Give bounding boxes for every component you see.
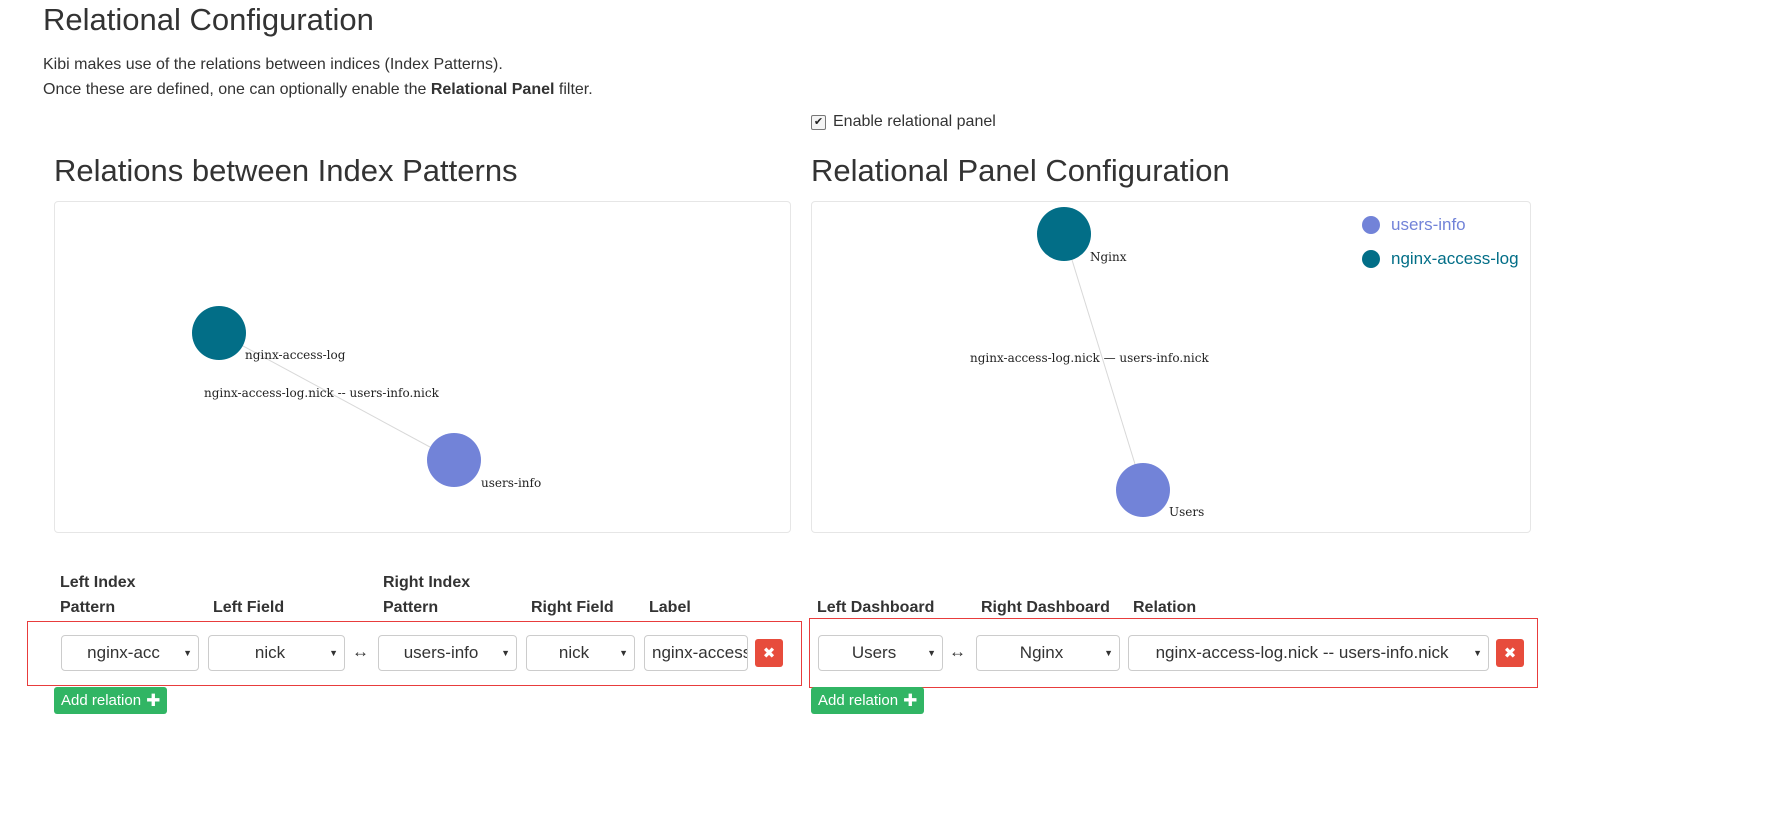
plus-icon: ✚ bbox=[146, 690, 161, 710]
right-dashboard-select[interactable]: Nginx ▼ bbox=[976, 635, 1120, 671]
col-head-right-dashboard: Right Dashboard bbox=[981, 599, 1110, 616]
panel-graph-edge-label: nginx-access-log.nick — users-info.nick bbox=[970, 351, 1209, 365]
remove-relation-button[interactable]: ✖ bbox=[755, 639, 783, 667]
relation-label-input[interactable]: nginx-access bbox=[644, 635, 748, 671]
intro-line-2-pre: Once these are defined, one can optional… bbox=[43, 81, 431, 98]
col-head-relation: Relation bbox=[1133, 599, 1197, 616]
chevron-down-icon: ▼ bbox=[619, 648, 628, 658]
col-head-right-index-pattern-line2: Pattern bbox=[383, 599, 439, 616]
chevron-down-icon: ▼ bbox=[329, 648, 338, 658]
col-head-right-index-pattern-line1: Right Index bbox=[383, 574, 471, 591]
enable-relational-panel-toggle[interactable]: ✔ Enable relational panel bbox=[811, 113, 996, 131]
legend-label-users-info: users-info bbox=[1391, 215, 1466, 234]
legend-label-nginx-access-log: nginx-access-log bbox=[1391, 249, 1519, 268]
graph-node-label-users-info: users-info bbox=[481, 476, 541, 490]
legend-item-nginx-access-log[interactable]: nginx-access-log bbox=[1362, 242, 1519, 276]
chevron-down-icon: ▼ bbox=[501, 648, 510, 658]
left-field-select[interactable]: nick ▼ bbox=[208, 635, 345, 671]
relations-graph-panel: nginx-access-log users-info nginx-access… bbox=[54, 201, 791, 533]
col-head-left-field: Left Field bbox=[213, 599, 285, 616]
legend-dot-users-info bbox=[1362, 216, 1380, 234]
remove-icon: ✖ bbox=[762, 645, 776, 662]
add-relation-button[interactable]: Add relation ✚ bbox=[54, 687, 168, 714]
left-index-pattern-select[interactable]: nginx-acc ▼ bbox=[61, 635, 199, 671]
chevron-down-icon: ▼ bbox=[1104, 648, 1113, 658]
panel-config-section-title: Relational Panel Configuration bbox=[811, 153, 1230, 188]
col-head-right-index-pattern: Right Index Pattern bbox=[383, 570, 470, 620]
add-relation-label: Add relation bbox=[61, 692, 142, 709]
graph-node-label-nginx: Nginx bbox=[1090, 250, 1127, 264]
enable-relational-panel-label: Enable relational panel bbox=[833, 113, 996, 130]
relation-value: nginx-access-log.nick -- users-info.nick bbox=[1155, 643, 1449, 662]
right-index-pattern-value: users-info bbox=[403, 643, 479, 662]
plus-icon: ✚ bbox=[903, 690, 918, 710]
col-head-left-dashboard: Left Dashboard bbox=[817, 599, 935, 616]
col-head-left-index-pattern-line2: Pattern bbox=[60, 599, 116, 616]
graph-node-label-users: Users bbox=[1169, 505, 1204, 519]
right-field-select[interactable]: nick ▼ bbox=[526, 635, 635, 671]
right-dashboard-value: Nginx bbox=[1019, 643, 1064, 662]
chevron-down-icon: ▼ bbox=[183, 648, 192, 658]
relation-select[interactable]: nginx-access-log.nick -- users-info.nick… bbox=[1128, 635, 1489, 671]
relations-graph: nginx-access-log users-info nginx-access… bbox=[192, 306, 541, 490]
relations-section-title: Relations between Index Patterns bbox=[54, 153, 518, 188]
left-dashboard-value: Users bbox=[851, 643, 897, 662]
graph-edge-label: nginx-access-log.nick -- users-info.nick bbox=[204, 386, 440, 400]
col-head-left-index-pattern: Left Index Pattern bbox=[60, 570, 136, 620]
chevron-down-icon: ▼ bbox=[1473, 648, 1482, 658]
left-index-pattern-value: nginx-acc bbox=[87, 643, 160, 662]
add-dashboard-relation-label: Add relation bbox=[818, 692, 899, 709]
intro-line-2-bold: Relational Panel bbox=[430, 81, 555, 98]
graph-node-nginx-access-log[interactable] bbox=[192, 306, 246, 360]
col-head-label: Label bbox=[649, 599, 691, 616]
remove-dashboard-relation-button[interactable]: ✖ bbox=[1496, 639, 1524, 667]
chevron-down-icon: ▼ bbox=[927, 648, 936, 658]
enable-relational-panel-checkbox[interactable]: ✔ bbox=[811, 114, 826, 130]
legend-dot-nginx-access-log bbox=[1362, 250, 1380, 268]
left-dashboard-select[interactable]: Users ▼ bbox=[818, 635, 943, 671]
right-index-pattern-select[interactable]: users-info ▼ bbox=[378, 635, 517, 671]
intro-line-2-post: filter. bbox=[554, 81, 593, 98]
intro-line-2: Once these are defined, one can optional… bbox=[43, 77, 593, 102]
right-field-value: nick bbox=[558, 643, 590, 662]
double-arrow-icon: ↔ bbox=[352, 642, 369, 661]
graph-node-users-info[interactable] bbox=[427, 433, 481, 487]
add-dashboard-relation-button[interactable]: Add relation ✚ bbox=[811, 687, 925, 714]
legend-item-users-info[interactable]: users-info bbox=[1362, 208, 1519, 242]
page-title: Relational Configuration bbox=[43, 2, 374, 37]
double-arrow-icon: ↔ bbox=[949, 642, 966, 661]
graph-node-users[interactable] bbox=[1116, 463, 1170, 517]
left-field-value: nick bbox=[254, 643, 286, 662]
intro-line-1: Kibi makes use of the relations between … bbox=[43, 56, 503, 73]
graph-legend: users-info nginx-access-log bbox=[1362, 208, 1519, 276]
remove-icon: ✖ bbox=[1503, 645, 1517, 662]
graph-node-nginx[interactable] bbox=[1037, 207, 1091, 261]
col-head-left-index-pattern-line1: Left Index bbox=[60, 574, 136, 591]
intro-text: Kibi makes use of the relations between … bbox=[43, 52, 593, 102]
col-head-right-field: Right Field bbox=[531, 599, 614, 616]
graph-node-label-nginx-access-log: nginx-access-log bbox=[245, 348, 346, 362]
